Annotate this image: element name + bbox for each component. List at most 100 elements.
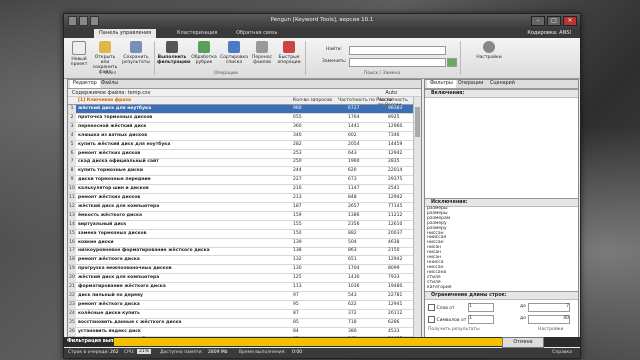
window-title: Pengun [Keyword Tools], версия 10.1 bbox=[270, 17, 374, 23]
cancel-button[interactable]: Отмена bbox=[502, 337, 544, 348]
table-row[interactable]: 14 виртуальный диск 155 2356 12610 bbox=[68, 220, 413, 230]
table-row[interactable]: 16 ковкие диски 139 504 4638 bbox=[68, 238, 413, 248]
sort-button[interactable]: Сортировка списка bbox=[220, 41, 248, 65]
freq-cell: 372 bbox=[348, 310, 357, 316]
sort-icon bbox=[228, 41, 240, 53]
keyword-cell: проточка тормозных дисков bbox=[78, 114, 153, 120]
table-row[interactable]: 20 жёсткий диск для компьютера 125 1430 7933 bbox=[68, 274, 413, 284]
table-row[interactable]: 10 калькулятор шин и дисков 216 1147 2541 bbox=[68, 185, 413, 195]
group-search-replace: Поиск / Замена bbox=[364, 71, 401, 76]
exclude-list[interactable]: размеры размеры размерам размеру размеру нисс… bbox=[425, 206, 578, 290]
table-row[interactable]: 15 замена тормозных дисков 150 882 20037 bbox=[68, 229, 413, 239]
minimize-button[interactable]: – bbox=[531, 16, 545, 26]
chars-from[interactable]: 1 bbox=[468, 315, 494, 324]
table-row[interactable]: 12 жёсткий диск для компьютера 187 2657 7714… bbox=[68, 202, 413, 212]
run-filter-button[interactable]: Выполнить фильтрацию bbox=[157, 41, 191, 65]
replace-apply-icon[interactable] bbox=[447, 58, 457, 67]
tab-scenario[interactable]: Сценарий bbox=[487, 80, 518, 88]
tab-clustering[interactable]: Кластеризация bbox=[172, 29, 222, 38]
words-from[interactable]: 1 bbox=[468, 303, 494, 312]
col-phrase[interactable]: [1] Ключевая фраза bbox=[78, 98, 131, 103]
row-number: 17 bbox=[68, 247, 76, 256]
table-row[interactable]: 7 скад диска официальный сайт 250 1960 2835 bbox=[68, 158, 413, 168]
row-number: 16 bbox=[68, 238, 76, 247]
freq2-cell: 12942 bbox=[388, 150, 403, 156]
table-row[interactable]: 21 форматирование жёсткого диска 113 1036 19… bbox=[68, 283, 413, 292]
rubric-button[interactable]: Обработка рубрик bbox=[190, 41, 218, 65]
table-row[interactable]: 4 клюшка из ватных дисков 340 602 7346 bbox=[68, 131, 413, 141]
table-row[interactable]: 5 купить жёсткий диск для ноутбука 282 2054… bbox=[68, 140, 413, 150]
table-row[interactable]: 11 ремонт жёстких дисков 213 848 12942 bbox=[68, 194, 413, 203]
chars-to[interactable]: 40 bbox=[528, 315, 570, 324]
chars-checkbox[interactable] bbox=[428, 316, 435, 323]
maximize-button[interactable]: □ bbox=[547, 16, 561, 26]
count-cell: 655 bbox=[293, 114, 302, 120]
table-row[interactable]: 17 низкоуровневое форматирование жёсткого… bbox=[68, 247, 413, 257]
table-row[interactable]: 9 диски тормозные передние 227 673 29375 bbox=[68, 176, 413, 186]
table-row[interactable]: 13 ёмкость жёсткого диска 159 1386 11212 bbox=[68, 211, 413, 221]
tab-filters[interactable]: Фильтры bbox=[427, 80, 456, 88]
replace-input[interactable] bbox=[349, 58, 446, 67]
app-window: Pengun [Keyword Tools], версия 10.1 – □ … bbox=[63, 13, 581, 359]
table-row[interactable]: 26 установить яндекс диск 84 380 4533 bbox=[68, 327, 413, 337]
freq-cell: 2054 bbox=[348, 141, 360, 147]
table-row[interactable]: 18 ремонт жёсткого диска 132 651 12942 bbox=[68, 256, 413, 266]
words-checkbox[interactable] bbox=[428, 304, 435, 311]
vertical-scrollbar[interactable] bbox=[413, 97, 421, 337]
table-row[interactable]: 23 ремонт жёсткого диска 95 622 12941 bbox=[68, 300, 413, 310]
new-project-button[interactable]: Новый проект bbox=[70, 41, 88, 67]
table-row[interactable]: 2 проточка тормозных дисков 655 1764 8925 bbox=[68, 113, 413, 123]
table-row[interactable]: 8 купить тормозные диски 244 620 22014 bbox=[68, 167, 413, 177]
table-row[interactable]: 22 диск пильный по дереву 97 543 22781 bbox=[68, 291, 413, 301]
freq-cell: 1036 bbox=[348, 284, 360, 289]
table-row[interactable]: 1 жёсткий диск для ноутбука 960 6727 98383 bbox=[68, 105, 413, 114]
words-row: Слов от 1 до 7 bbox=[428, 303, 570, 312]
count-cell: 187 bbox=[293, 203, 302, 209]
to-label-2: до bbox=[520, 316, 526, 321]
tab-files[interactable]: Файлы bbox=[98, 80, 121, 88]
row-number: 14 bbox=[68, 220, 76, 229]
tab-editor[interactable]: Редактор bbox=[70, 80, 100, 88]
memory-value: 2809 Mb bbox=[208, 350, 228, 355]
user-encoding[interactable]: Кодировка: ANSI bbox=[522, 29, 576, 38]
count-cell: 97 bbox=[293, 292, 299, 298]
time-value: 0:00 bbox=[292, 350, 303, 355]
keyword-cell: жёсткий диск для компьютера bbox=[78, 203, 160, 209]
status-bar: Строк в очереди: 262 CPU: 21% Доступно п… bbox=[64, 348, 580, 358]
keyword-cell: виртуальный диск bbox=[78, 221, 127, 227]
ribbon-tabs: Панель управления Кластеризация Обратная… bbox=[64, 28, 580, 38]
save-results-button[interactable]: Сохранить результаты bbox=[122, 41, 150, 65]
table-row[interactable]: 19 прогрузка межпозвоночных дисков 130 1704… bbox=[68, 265, 413, 275]
row-number: 4 bbox=[68, 131, 76, 140]
cpu-label: CPU: bbox=[124, 350, 135, 355]
words-to[interactable]: 7 bbox=[528, 303, 570, 312]
encoding-select[interactable]: Auto bbox=[385, 90, 397, 96]
table-row[interactable]: 24 колёсные диски купить 87 372 26112 bbox=[68, 309, 413, 319]
move-files-button[interactable]: Перенос фаилов bbox=[250, 41, 274, 65]
quick-ops-button[interactable]: Быстрые операции bbox=[276, 41, 302, 65]
help-button[interactable]: Справка bbox=[552, 350, 572, 355]
keyword-cell: купить тормозные диски bbox=[78, 168, 144, 174]
table-row[interactable]: 25 восстановить данные с жёсткого диска 85… bbox=[68, 318, 413, 328]
settings-button[interactable]: Настройки bbox=[476, 41, 502, 60]
tab-control-panel[interactable]: Панель управления bbox=[94, 29, 157, 38]
tab-operations[interactable]: Операции bbox=[455, 80, 486, 88]
search-input[interactable] bbox=[349, 46, 446, 55]
table-row[interactable]: 6 ремонт жёстких дисков 253 643 12942 bbox=[68, 149, 413, 159]
freq2-cell: 14459 bbox=[388, 141, 403, 147]
tab-feedback[interactable]: Обратная связь bbox=[231, 29, 282, 38]
filter-settings-link[interactable]: Настройки bbox=[538, 327, 563, 332]
col-count[interactable]: Кол-во запросов bbox=[293, 98, 332, 103]
document-icon bbox=[72, 41, 86, 55]
row-number: 18 bbox=[68, 256, 76, 265]
freq-cell: 622 bbox=[348, 301, 357, 307]
count-cell: 125 bbox=[293, 275, 302, 281]
lightning-icon bbox=[283, 41, 295, 53]
close-button[interactable]: ✕ bbox=[563, 16, 577, 26]
open-save-button[interactable]: Открыть или сохранить файл bbox=[92, 41, 118, 75]
keyword-cell: ремонт жёсткого диска bbox=[78, 301, 140, 307]
row-number: 8 bbox=[68, 167, 76, 176]
table-row[interactable]: 3 переносной жёсткий диск 360 1441 12960 bbox=[68, 122, 413, 132]
row-number: 1 bbox=[68, 105, 76, 113]
freq-cell: 651 bbox=[348, 257, 357, 263]
